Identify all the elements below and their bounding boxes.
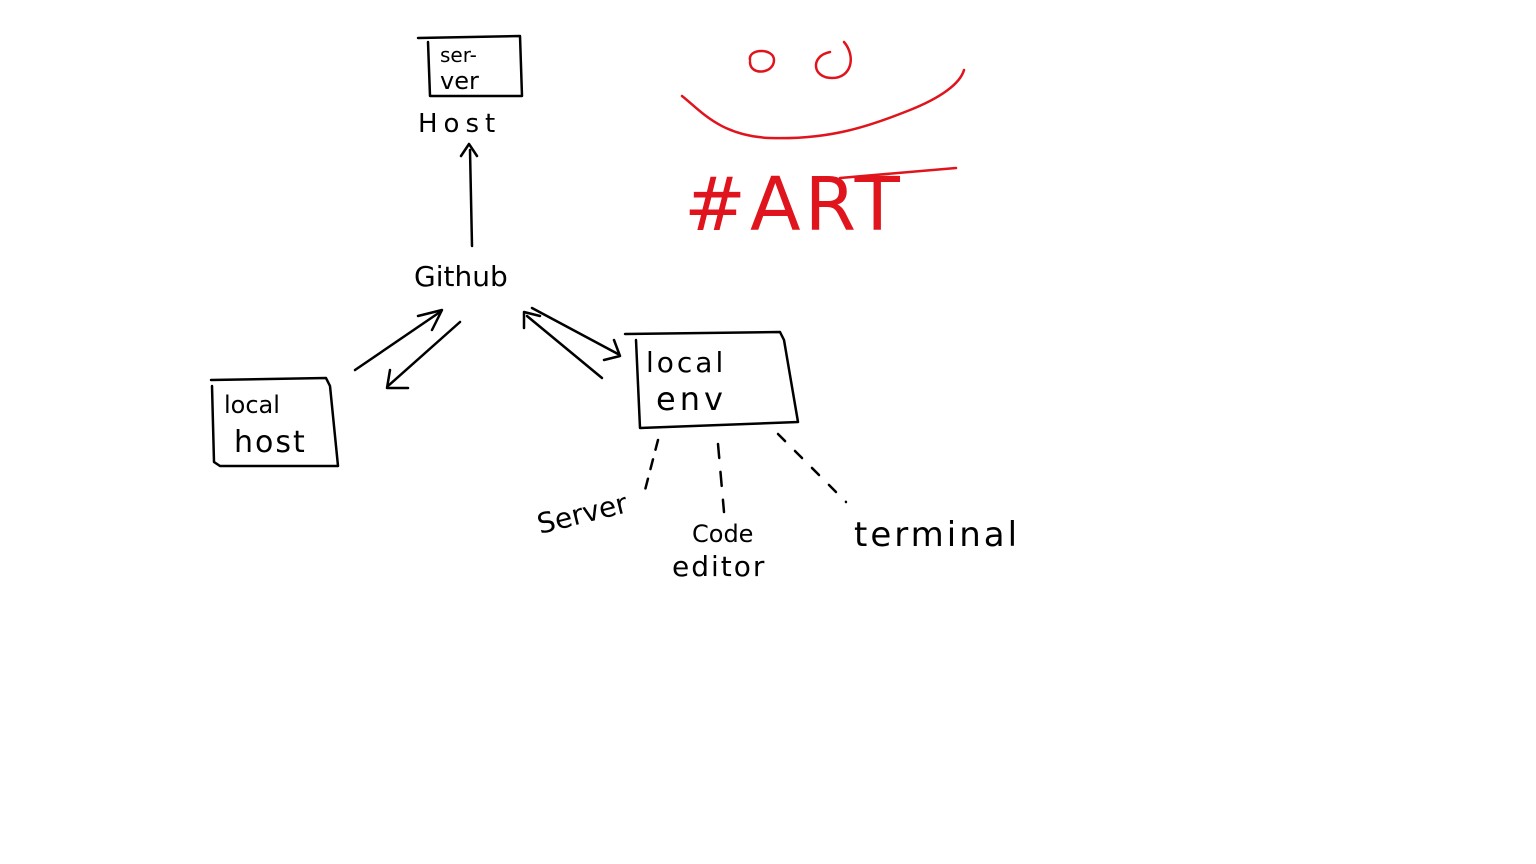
server-label-line1: ser- (440, 43, 477, 67)
localhost-label-line2: host (234, 425, 307, 460)
server-label-line2: ver (440, 67, 479, 95)
host-caption: Host (418, 109, 501, 139)
code-editor-label-line2: editor (672, 550, 766, 583)
localenv-label-line1: local (646, 346, 726, 379)
whiteboard-canvas: ser- ver Host Github local host local en… (0, 0, 1536, 864)
github-label: Github (414, 260, 508, 293)
terminal-label: terminal (854, 515, 1020, 555)
localenv-label-line2: env (656, 380, 727, 418)
localhost-label-line1: local (224, 391, 280, 419)
code-editor-label-line1: Code (692, 520, 753, 548)
canvas-background (0, 0, 1536, 864)
